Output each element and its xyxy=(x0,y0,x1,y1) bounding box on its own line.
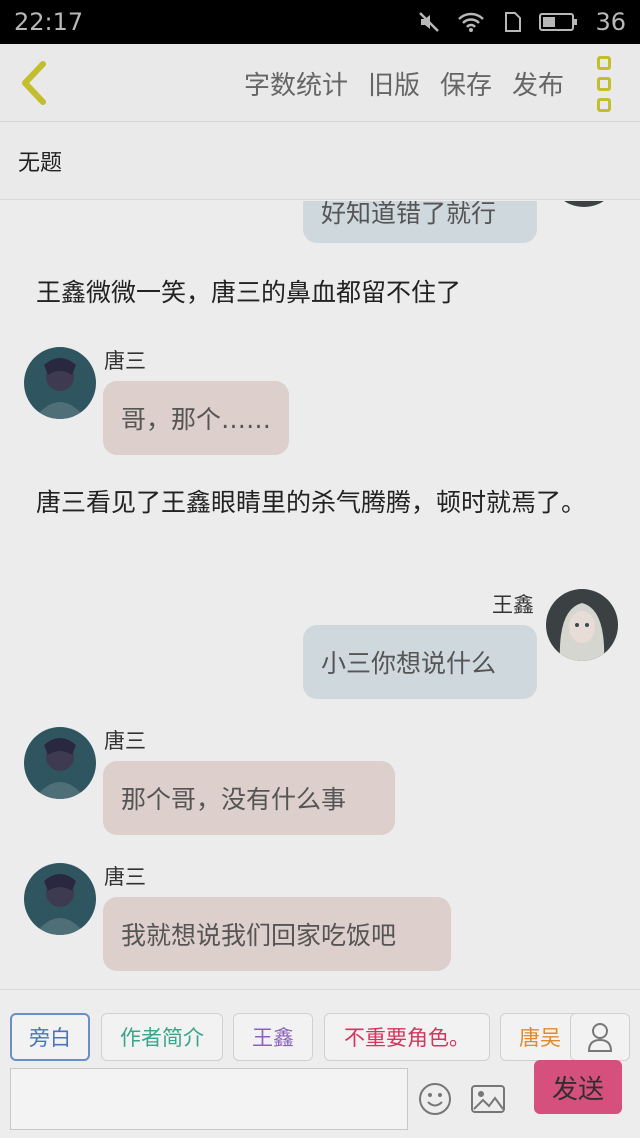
image-icon xyxy=(471,1085,505,1113)
old-version-button[interactable]: 旧版 xyxy=(368,65,420,102)
role-chip-label: 唐吴 xyxy=(519,1026,561,1050)
person-icon xyxy=(587,1023,613,1052)
message-bubble-left[interactable]: 哥，那个…… xyxy=(103,381,289,455)
composer-panel: 旁白 作者简介 王鑫 不重要角色。 唐吴 发送 xyxy=(0,989,640,1138)
wifi-icon xyxy=(457,11,485,33)
send-button[interactable]: 发送 xyxy=(534,1060,622,1114)
emoji-icon xyxy=(419,1083,451,1115)
speaker-name: 唐三 xyxy=(104,865,146,889)
save-button[interactable]: 保存 xyxy=(440,65,492,102)
back-arrow-icon xyxy=(22,61,46,105)
avatar-tangsan[interactable] xyxy=(24,347,96,419)
message-text: 好知道错了就行 xyxy=(321,201,497,228)
avatar-wangxin[interactable] xyxy=(546,589,618,661)
role-chip-label: 作者简介 xyxy=(120,1026,204,1050)
document-title[interactable]: 无题 xyxy=(0,122,640,200)
emoji-button[interactable] xyxy=(418,1082,452,1120)
message-text: 哥，那个…… xyxy=(121,405,272,434)
status-time: 22:17 xyxy=(14,8,84,36)
speaker-name: 唐三 xyxy=(104,729,146,753)
avatar-tangsan[interactable] xyxy=(24,863,96,935)
publish-button[interactable]: 发布 xyxy=(512,65,564,102)
role-chip-author-intro[interactable]: 作者简介 xyxy=(101,1013,223,1061)
role-chip-label: 旁白 xyxy=(29,1026,71,1050)
narration-text[interactable]: 唐三看见了王鑫眼睛里的杀气腾腾，顿时就焉了。 xyxy=(36,485,616,521)
avatar-wangxin-partial[interactable] xyxy=(548,201,620,207)
message-text: 小三你想说什么 xyxy=(321,649,497,678)
add-role-button[interactable] xyxy=(570,1013,630,1061)
message-text: 那个哥，没有什么事 xyxy=(121,785,347,814)
word-count-button[interactable]: 字数统计 xyxy=(244,65,348,102)
back-button[interactable] xyxy=(14,58,54,108)
editor-toolbar: 字数统计 旧版 保存 发布 xyxy=(0,44,640,122)
avatar-image-icon xyxy=(24,727,96,799)
role-chip-minor[interactable]: 不重要角色。 xyxy=(324,1013,490,1061)
message-bubble-right[interactable]: 好知道错了就行 xyxy=(303,201,537,243)
message-bubble-left[interactable]: 那个哥，没有什么事 xyxy=(103,761,395,835)
chat-area: 好知道错了就行 王鑫微微一笑，唐三的鼻血都留不住了 唐三 哥，那个…… 唐三看见… xyxy=(0,201,640,989)
image-button[interactable] xyxy=(470,1084,506,1118)
role-chip-label: 王鑫 xyxy=(252,1026,294,1050)
more-dot-icon xyxy=(597,56,611,70)
narration-text[interactable]: 王鑫微微一笑，唐三的鼻血都留不住了 xyxy=(36,275,616,311)
role-chip-tangwu[interactable]: 唐吴 xyxy=(500,1013,580,1061)
status-bar: 22:17 36 xyxy=(0,0,640,44)
avatar-image-icon xyxy=(546,589,618,661)
more-dot-icon xyxy=(597,77,611,91)
avatar-image-icon xyxy=(24,347,96,419)
battery-level: 36 xyxy=(595,8,626,36)
message-input[interactable] xyxy=(10,1068,408,1130)
message-text: 我就想说我们回家吃饭吧 xyxy=(121,921,397,950)
message-bubble-right[interactable]: 小三你想说什么 xyxy=(303,625,537,699)
role-chip-label: 不重要角色。 xyxy=(344,1026,470,1050)
role-chip-narrator[interactable]: 旁白 xyxy=(10,1013,90,1061)
more-menu-button[interactable] xyxy=(590,56,618,112)
message-bubble-left[interactable]: 我就想说我们回家吃饭吧 xyxy=(103,897,451,971)
avatar-image-icon xyxy=(24,863,96,935)
avatar-tangsan[interactable] xyxy=(24,727,96,799)
mute-icon xyxy=(417,10,441,34)
battery-icon xyxy=(539,11,579,33)
role-chip-wangxin[interactable]: 王鑫 xyxy=(233,1013,313,1061)
speaker-name: 王鑫 xyxy=(492,593,534,617)
avatar-image-icon xyxy=(548,201,620,207)
sim-icon xyxy=(501,11,523,33)
more-dot-icon xyxy=(597,98,611,112)
speaker-name: 唐三 xyxy=(104,349,146,373)
